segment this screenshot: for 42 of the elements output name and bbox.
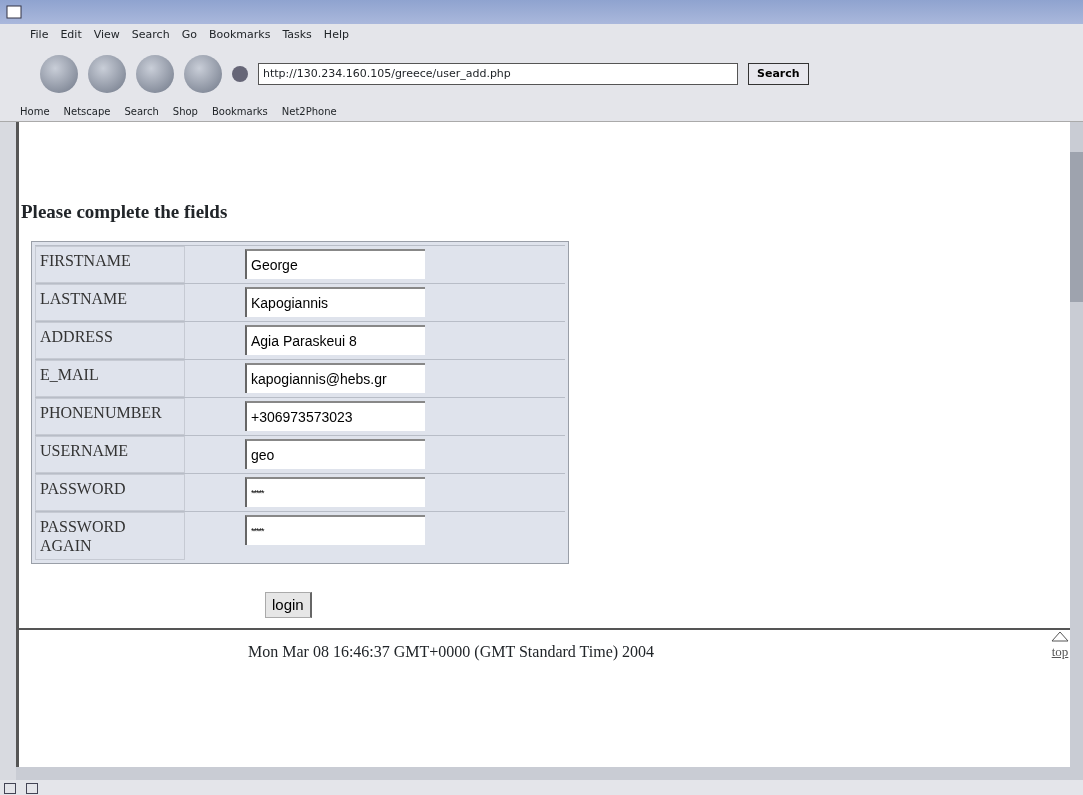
app-icon <box>6 5 22 19</box>
toolbar-link[interactable]: Shop <box>172 104 198 119</box>
field-label: PASSWORD AGAIN <box>35 511 185 560</box>
menu-item[interactable]: Help <box>323 26 349 44</box>
menu-item[interactable]: Edit <box>60 26 82 44</box>
toolbar-link[interactable]: Bookmarks <box>211 104 268 119</box>
input-field[interactable]: Agia Paraskeui 8 <box>245 324 425 355</box>
menu-item[interactable]: Tasks <box>282 26 312 44</box>
field-label: USERNAME <box>35 435 185 473</box>
menu-item[interactable]: Search <box>131 26 170 44</box>
vertical-scrollbar[interactable] <box>1070 122 1083 767</box>
menu-item[interactable]: File <box>30 26 49 44</box>
field-label: PHONENUMBER <box>35 397 185 435</box>
triangle-icon <box>1050 630 1070 642</box>
search-button[interactable]: Search <box>748 62 809 86</box>
field-label: ADDRESS <box>35 321 185 359</box>
login-button[interactable]: login <box>265 591 312 619</box>
status-icon[interactable] <box>26 783 38 794</box>
field-label: PASSWORD <box>35 473 185 511</box>
toolbar-link[interactable]: Home <box>20 104 50 119</box>
input-field[interactable]: geo <box>245 438 425 469</box>
menu-item[interactable]: View <box>93 26 120 44</box>
toolbar-link[interactable]: Net2Phone <box>281 104 337 119</box>
top-link[interactable]: top <box>1051 642 1069 662</box>
field-label: LASTNAME <box>35 283 185 321</box>
toolbar-link[interactable]: Netscape <box>63 104 111 119</box>
horizontal-scrollbar[interactable] <box>16 767 1083 780</box>
field-label: E_MAIL <box>35 359 185 397</box>
field-label: FIRSTNAME <box>35 245 185 283</box>
input-field[interactable]: +306973573023 <box>245 400 425 431</box>
toolbar-link[interactable]: Search <box>124 104 159 119</box>
page-heading: Please complete the fields <box>21 200 229 224</box>
date-text: Mon Mar 08 16:46:37 GMT+0000 (GMT Standard Time) 2004 <box>248 642 655 663</box>
address-field[interactable]: http://130.234.160.105/greece/user_add.php <box>258 63 738 85</box>
menu-item[interactable]: Bookmarks <box>208 26 271 44</box>
menu-item[interactable]: Go <box>181 26 197 44</box>
input-field[interactable]: George <box>245 248 425 279</box>
input-field[interactable]: ***** <box>245 476 425 507</box>
input-field[interactable]: ***** <box>245 514 425 545</box>
input-field[interactable]: Kapogiannis <box>245 286 425 317</box>
input-field[interactable]: kapogiannis@hebs.gr <box>245 362 425 393</box>
status-icon[interactable] <box>4 783 16 794</box>
